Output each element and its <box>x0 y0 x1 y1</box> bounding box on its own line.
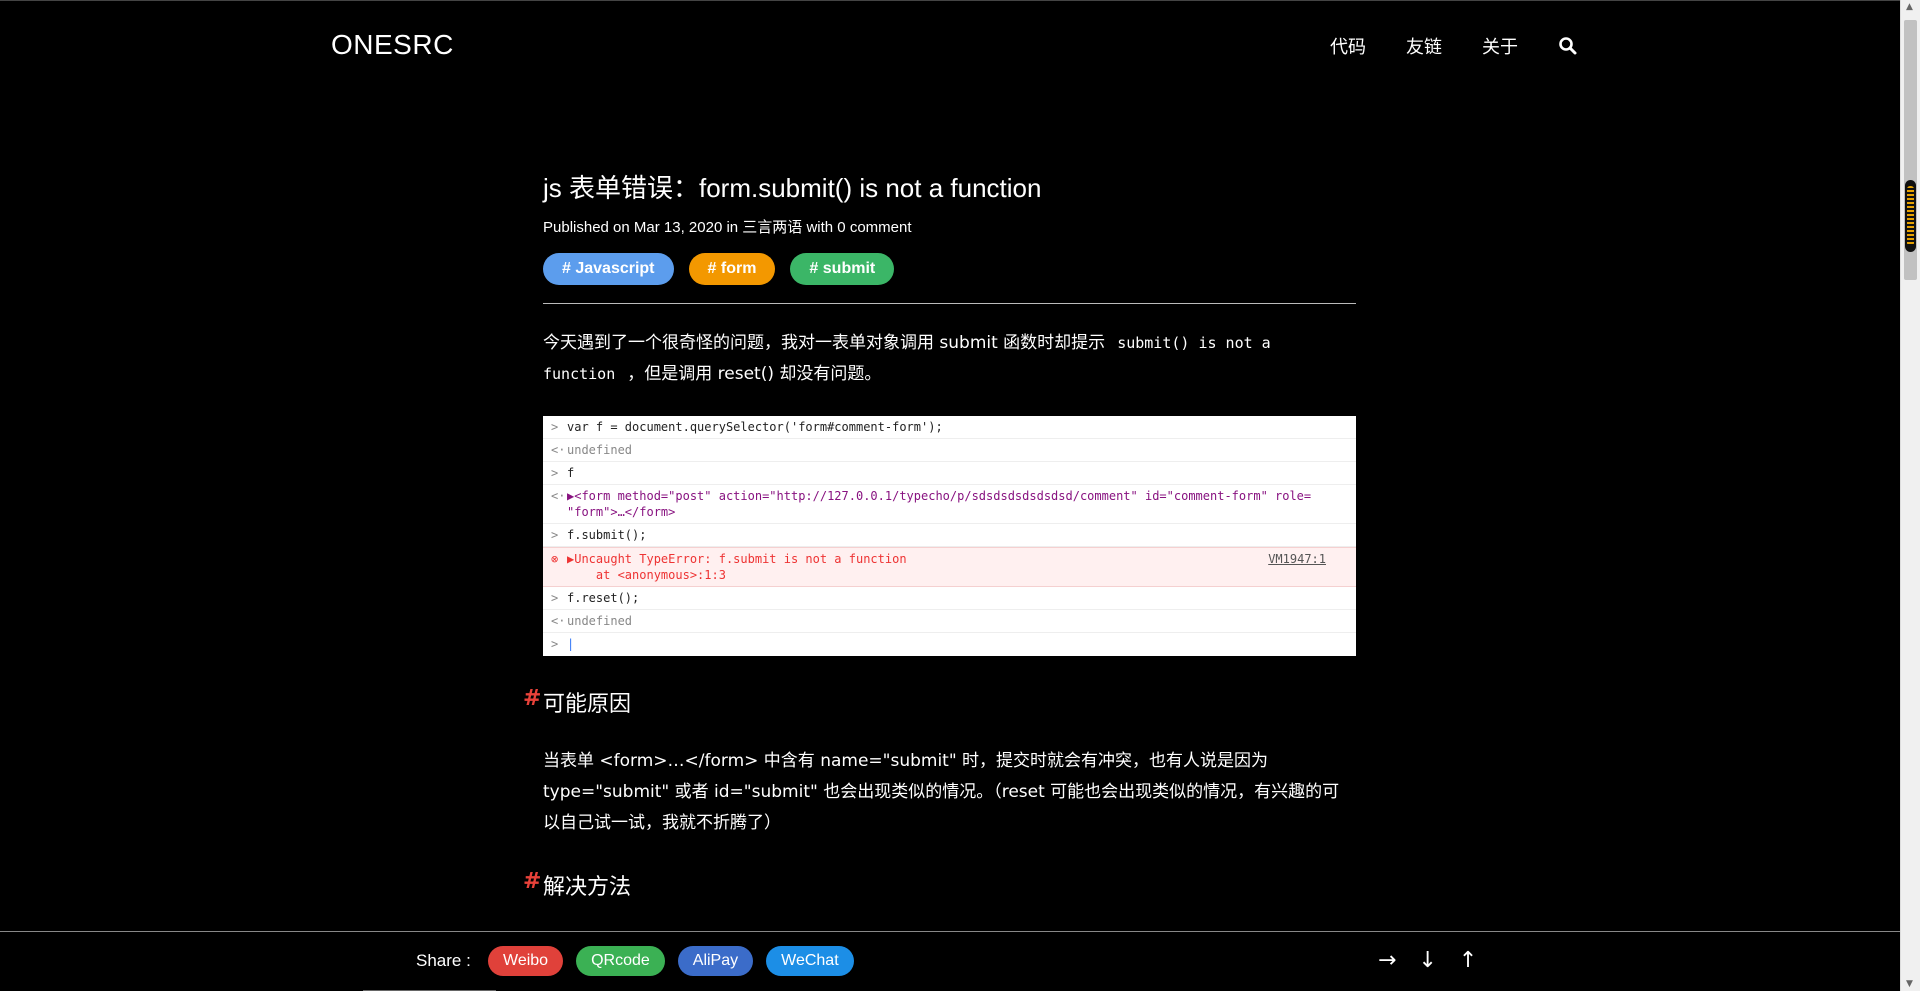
console-input: f.reset(); <box>567 591 640 605</box>
section-heading-causes: # 可能原因 <box>523 686 1356 718</box>
title-divider <box>543 303 1356 304</box>
console-error-trace: at <anonymous>:1:3 <box>567 568 726 582</box>
scroll-down-icon[interactable]: ▼ <box>1906 979 1913 989</box>
console-error: ▶Uncaught TypeError: f.submit is not a f… <box>567 552 907 566</box>
share-label: Share : <box>416 951 471 970</box>
hash-icon: # <box>523 686 542 711</box>
tag-submit[interactable]: # submit <box>790 253 895 285</box>
section-title: 解决方法 <box>543 875 632 900</box>
page-nav-arrows: → ↓ ↑ <box>1378 948 1499 973</box>
console-input: f <box>567 466 575 480</box>
console-source-link[interactable]: VM1947:1 <box>1268 551 1326 567</box>
console-output: "form">…</form> <box>567 505 676 519</box>
console-input: f.submit(); <box>567 528 647 542</box>
scroll-top-arrow-icon[interactable]: ↑ <box>1459 948 1477 973</box>
console-output: undefined <box>567 443 633 457</box>
site-header: ONESRC 代码 友链 关于 <box>0 0 1900 90</box>
causes-paragraph: 当表单 <form>…</form> 中含有 name="submit" 时，提… <box>543 751 1340 833</box>
section-heading-solution: # 解决方法 <box>523 869 1356 901</box>
console-prompt: > | <box>551 637 575 651</box>
share-weibo-button[interactable]: Weibo <box>488 946 564 976</box>
intro-paragraph: 今天遇到了一个很奇怪的问题，我对一表单对象调用 submit 函数时却提示 sub… <box>543 328 1356 390</box>
share-buttons: Weibo QRcode AliPay WeChat <box>488 946 867 976</box>
console-line: <· undefined <box>543 610 1356 633</box>
nav-item-code[interactable]: 代码 <box>1330 33 1366 59</box>
console-error-line: ⊗ ▶Uncaught TypeError: f.submit is not a … <box>543 547 1356 587</box>
post-article: js 表单错误：form.submit() is not a function … <box>523 170 1356 901</box>
console-output: undefined <box>567 614 633 628</box>
console-line: > f.reset(); <box>543 587 1356 610</box>
tag-javascript[interactable]: # Javascript <box>543 253 674 285</box>
tag-form[interactable]: # form <box>688 253 776 285</box>
console-screenshot: > var f = document.querySelector('form#co… <box>543 416 1356 656</box>
post-title: js 表单错误：form.submit() is not a function <box>543 173 1042 203</box>
console-line: <· undefined <box>543 439 1356 462</box>
console-line: > f.submit(); <box>543 524 1356 547</box>
console-output: ▶<form method="post" action="http://127.… <box>567 489 1312 503</box>
site-logo[interactable]: ONESRC <box>331 29 454 61</box>
share-qrcode-button[interactable]: QRcode <box>576 946 665 976</box>
share-bar: Share : Weibo QRcode AliPay WeChat → ↓ ↑ <box>0 931 1900 991</box>
page-scrollbar[interactable]: ▲ ▼ <box>1900 0 1920 991</box>
console-line: <· ▶<form method="post" action="http://12… <box>543 485 1356 524</box>
nav-item-about[interactable]: 关于 <box>1482 33 1518 59</box>
hash-icon: # <box>523 869 542 894</box>
scroll-grip-icon[interactable] <box>1905 180 1916 252</box>
console-line: > var f = document.querySelector('form#co… <box>543 416 1356 439</box>
nav-item-links[interactable]: 友链 <box>1406 33 1442 59</box>
next-post-arrow-icon[interactable]: → <box>1378 948 1396 973</box>
intro-text-a: 今天遇到了一个很奇怪的问题，我对一表单对象调用 submit 函数时却提示 <box>543 333 1106 353</box>
intro-text-b: ，但是调用 reset() 却没有问题。 <box>627 364 882 384</box>
section-title: 可能原因 <box>543 692 632 717</box>
console-input: var f = document.querySelector('form#com… <box>567 420 943 434</box>
console-line: > f <box>543 462 1356 485</box>
post-tags: # Javascript # form # submit <box>543 253 1356 285</box>
search-icon[interactable] <box>1558 36 1578 56</box>
scroll-up-icon[interactable]: ▲ <box>1906 2 1913 12</box>
share-alipay-button[interactable]: AliPay <box>677 946 754 976</box>
post-meta: Published on Mar 13, 2020 in 三言两语 with 0… <box>543 219 912 236</box>
share-wechat-button[interactable]: WeChat <box>766 946 854 976</box>
scroll-down-arrow-icon[interactable]: ↓ <box>1418 948 1436 973</box>
main-nav: 代码 友链 关于 <box>1330 33 1578 59</box>
